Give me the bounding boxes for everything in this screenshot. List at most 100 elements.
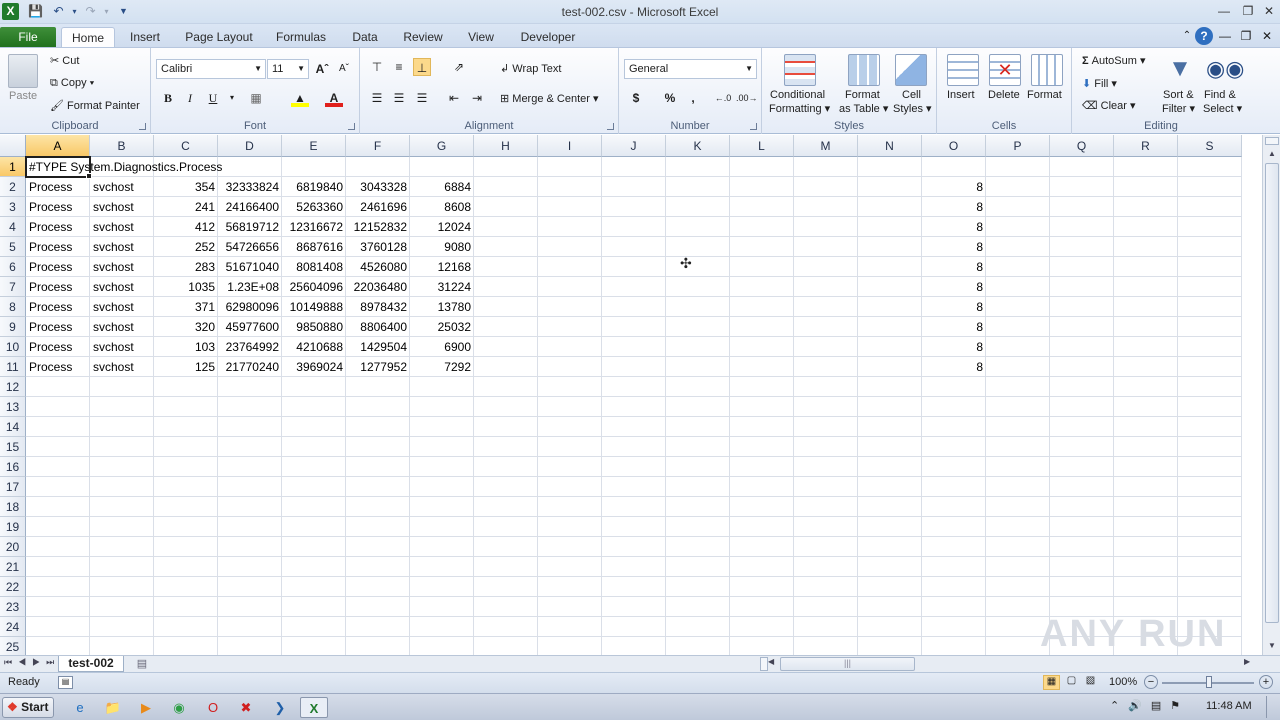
column-header-S[interactable]: S (1178, 135, 1242, 157)
cell-B9[interactable]: svchost (90, 317, 154, 337)
page-break-view-icon[interactable]: ▧ (1082, 675, 1099, 690)
page-layout-view-icon[interactable]: ▢ (1063, 675, 1080, 690)
cell-O4[interactable]: 8 (922, 217, 986, 237)
font-launcher-icon[interactable] (348, 123, 355, 130)
cell-O8[interactable]: 8 (922, 297, 986, 317)
cell-B5[interactable]: svchost (90, 237, 154, 257)
scroll-down-icon[interactable]: ▼ (1265, 639, 1279, 653)
macro-record-icon[interactable]: ▤ (58, 676, 73, 689)
workbook-restore-icon[interactable]: ❐ (1237, 27, 1255, 45)
column-header-L[interactable]: L (730, 135, 794, 157)
row-header-16[interactable]: 16 (0, 457, 26, 477)
row-header-22[interactable]: 22 (0, 577, 26, 597)
media-player-icon[interactable]: ▶ (132, 697, 160, 718)
row-header-18[interactable]: 18 (0, 497, 26, 517)
paste-button[interactable]: Paste (9, 90, 37, 102)
cell-C5[interactable]: 252 (154, 237, 218, 257)
cell-D8[interactable]: 62980096 (218, 297, 282, 317)
cell-B8[interactable]: svchost (90, 297, 154, 317)
row-header-1[interactable]: 1 (0, 157, 26, 177)
cell-C8[interactable]: 371 (154, 297, 218, 317)
sheet-nav-icons[interactable]: ⏮◀▶⏭ (4, 657, 60, 668)
cell-D9[interactable]: 45977600 (218, 317, 282, 337)
scroll-left-icon[interactable]: ◀ (768, 657, 774, 666)
show-desktop-button[interactable] (1266, 696, 1278, 718)
tab-page-layout[interactable]: Page Layout (180, 27, 258, 48)
cell-A9[interactable]: Process (26, 317, 90, 337)
wrap-text-button[interactable]: ↲ Wrap Text (500, 62, 561, 75)
column-header-D[interactable]: D (218, 135, 282, 157)
sort-filter-label-1[interactable]: Sort & (1163, 89, 1194, 101)
number-format-combo[interactable]: General ▼ (624, 59, 757, 79)
column-header-A[interactable]: A (26, 135, 90, 157)
insert-cells-icon[interactable] (947, 54, 979, 86)
cell-B10[interactable]: svchost (90, 337, 154, 357)
column-header-H[interactable]: H (474, 135, 538, 157)
orientation-icon[interactable]: ⇗ (450, 58, 468, 76)
row-header-11[interactable]: 11 (0, 357, 26, 377)
workbook-close-icon[interactable]: ✕ (1258, 27, 1276, 45)
fill-handle[interactable] (86, 173, 92, 179)
cell-A6[interactable]: Process (26, 257, 90, 277)
column-header-M[interactable]: M (794, 135, 858, 157)
workbook-minimize-icon[interactable]: — (1216, 27, 1234, 45)
column-header-P[interactable]: P (986, 135, 1050, 157)
row-header-17[interactable]: 17 (0, 477, 26, 497)
ie-icon[interactable]: e (66, 697, 94, 718)
cell-D3[interactable]: 24166400 (218, 197, 282, 217)
align-bottom-icon[interactable]: ⊥ (413, 58, 431, 76)
insert-sheet-icon[interactable]: ▤ (132, 657, 152, 671)
tab-split-box[interactable] (760, 657, 768, 671)
scroll-right-icon[interactable]: ▶ (1244, 657, 1250, 666)
format-as-table-button[interactable]: as Table ▾ (839, 102, 888, 115)
row-header-15[interactable]: 15 (0, 437, 26, 457)
column-header-N[interactable]: N (858, 135, 922, 157)
conditional-formatting-button[interactable]: Formatting ▾ (769, 102, 830, 115)
find-select-label-1[interactable]: Find & (1204, 89, 1236, 101)
cell-E11[interactable]: 3969024 (282, 357, 346, 377)
cell-F3[interactable]: 2461696 (346, 197, 410, 217)
align-top-icon[interactable]: ⊤ (368, 58, 386, 76)
worksheet-grid[interactable]: ABCDEFGHIJKLMNOPQRS 1 2 3 4 5 6 7 8 9 10 11 12 13 14 1… (0, 135, 1280, 657)
zoom-level[interactable]: 100% (1109, 676, 1137, 688)
cell-G5[interactable]: 9080 (410, 237, 474, 257)
cell-F8[interactable]: 8978432 (346, 297, 410, 317)
cell-A5[interactable]: Process (26, 237, 90, 257)
cell-B4[interactable]: svchost (90, 217, 154, 237)
format-as-table-icon[interactable] (848, 54, 880, 86)
tab-insert[interactable]: Insert (122, 27, 168, 48)
shrink-font-icon[interactable]: Aˇ (335, 60, 353, 78)
cell-D6[interactable]: 51671040 (218, 257, 282, 277)
clear-button[interactable]: ⌫ Clear ▾ (1082, 99, 1136, 112)
explorer-icon[interactable]: 📁 (99, 697, 127, 718)
row-header-24[interactable]: 24 (0, 617, 26, 637)
number-launcher-icon[interactable] (750, 123, 757, 130)
column-header-G[interactable]: G (410, 135, 474, 157)
row-header-23[interactable]: 23 (0, 597, 26, 617)
row-header-13[interactable]: 13 (0, 397, 26, 417)
row-header-21[interactable]: 21 (0, 557, 26, 577)
split-box[interactable] (1265, 137, 1279, 145)
cell-A4[interactable]: Process (26, 217, 90, 237)
cell-D2[interactable]: 32333824 (218, 177, 282, 197)
cell-C3[interactable]: 241 (154, 197, 218, 217)
align-right-icon[interactable]: ☰ (413, 89, 431, 107)
column-header-F[interactable]: F (346, 135, 410, 157)
column-header-E[interactable]: E (282, 135, 346, 157)
format-table-label-1[interactable]: Format (845, 89, 880, 101)
format-cells-button[interactable]: Format (1027, 89, 1062, 101)
row-header-7[interactable]: 7 (0, 277, 26, 297)
currency-button[interactable]: $ (627, 89, 645, 107)
column-header-Q[interactable]: Q (1050, 135, 1114, 157)
cell-O6[interactable]: 8 (922, 257, 986, 277)
find-select-button[interactable]: Select ▾ (1203, 102, 1242, 115)
format-painter-button[interactable]: 🖌 Format Painter (50, 99, 140, 112)
row-header-6[interactable]: 6 (0, 257, 26, 277)
cell-C7[interactable]: 1035 (154, 277, 218, 297)
column-header-B[interactable]: B (90, 135, 154, 157)
cell-F4[interactable]: 12152832 (346, 217, 410, 237)
cell-G3[interactable]: 8608 (410, 197, 474, 217)
cell-C9[interactable]: 320 (154, 317, 218, 337)
cell-F11[interactable]: 1277952 (346, 357, 410, 377)
cell-C10[interactable]: 103 (154, 337, 218, 357)
